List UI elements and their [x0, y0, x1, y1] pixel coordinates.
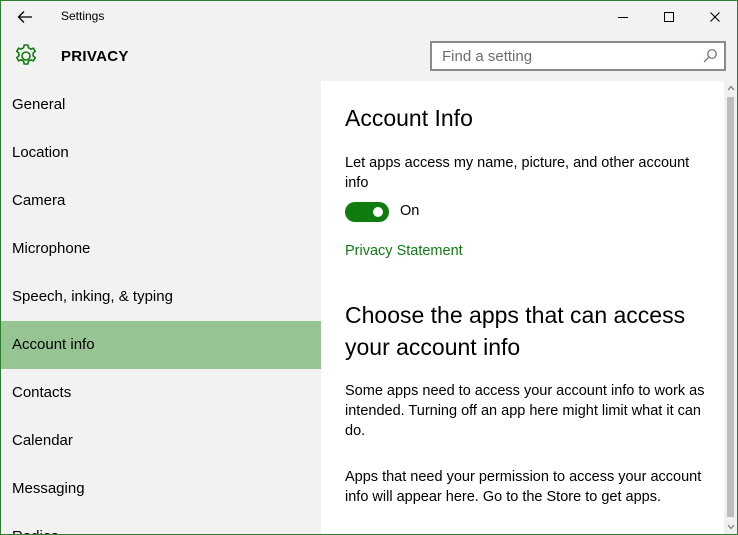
sidebar-item-calendar[interactable]: Calendar	[1, 417, 321, 465]
search-box[interactable]	[430, 41, 726, 71]
close-icon	[710, 12, 720, 22]
sidebar-item-speech[interactable]: Speech, inking, & typing	[1, 273, 321, 321]
section-title: PRIVACY	[61, 48, 129, 65]
settings-window: Settings PRIVACY General Locatio	[0, 0, 738, 535]
search-input[interactable]	[432, 43, 694, 69]
store-description: Apps that need your permission to access…	[345, 469, 702, 505]
chevron-up-icon	[727, 85, 734, 91]
close-button[interactable]	[692, 1, 737, 33]
sidebar-item-contacts[interactable]: Contacts	[1, 369, 321, 417]
sidebar-item-account-info[interactable]: Account info	[1, 321, 321, 369]
apps-description: Some apps need to access your account in…	[345, 383, 705, 439]
apps-heading: Choose the apps that can access your acc…	[345, 302, 686, 360]
toggle-knob	[373, 207, 383, 217]
toggle-description: Let apps access my name, picture, and ot…	[345, 155, 690, 191]
scroll-down-button[interactable]	[724, 520, 737, 534]
sidebar-nav: General Location Camera Microphone Speec…	[1, 81, 321, 534]
minimize-button[interactable]	[600, 1, 646, 33]
content-scrollbar[interactable]	[724, 81, 737, 534]
back-arrow-icon	[17, 11, 32, 23]
sidebar-item-camera[interactable]: Camera	[1, 177, 321, 225]
minimize-icon	[618, 17, 628, 18]
privacy-statement-link[interactable]: Privacy Statement	[345, 243, 463, 259]
title-bar: Settings	[1, 1, 737, 33]
back-button[interactable]	[9, 5, 41, 29]
sidebar-item-microphone[interactable]: Microphone	[1, 225, 321, 273]
chevron-down-icon	[727, 524, 734, 530]
settings-header: PRIVACY	[1, 33, 737, 81]
sidebar-item-messaging[interactable]: Messaging	[1, 465, 321, 513]
scroll-up-button[interactable]	[724, 81, 737, 95]
sidebar-item-radios[interactable]: Radios	[1, 513, 321, 534]
maximize-icon	[664, 12, 674, 22]
sidebar-item-general[interactable]: General	[1, 81, 321, 129]
window-title: Settings	[61, 9, 105, 23]
page-title: Account Info	[345, 105, 473, 131]
scroll-thumb[interactable]	[727, 97, 734, 517]
gear-icon	[15, 44, 37, 65]
content-pane: Account Info Let apps access my name, pi…	[321, 81, 724, 534]
toggle-state-label: On	[400, 203, 420, 219]
account-access-toggle[interactable]	[345, 202, 389, 222]
maximize-button[interactable]	[646, 1, 692, 33]
sidebar-item-location[interactable]: Location	[1, 129, 321, 177]
search-icon[interactable]	[702, 48, 718, 64]
